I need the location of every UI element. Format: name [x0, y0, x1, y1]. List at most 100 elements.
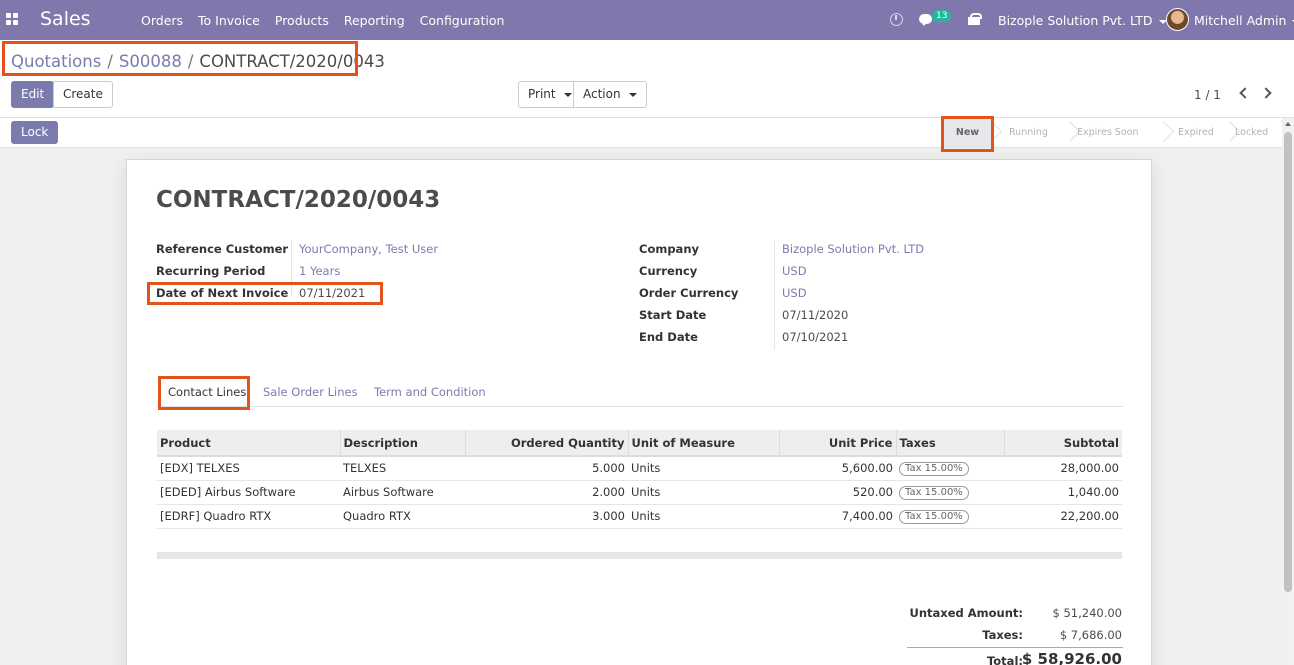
cell-uom: Units	[628, 480, 779, 505]
breadcrumb-quotations[interactable]: Quotations	[11, 52, 101, 71]
value-company[interactable]: Bizople Solution Pvt. LTD	[782, 242, 924, 256]
user-name: Mitchell Admin	[1194, 13, 1287, 28]
value-currency[interactable]: USD	[782, 264, 807, 278]
edit-button[interactable]: Edit	[11, 81, 55, 108]
action-label: Action	[583, 87, 621, 101]
value-end-date: 07/10/2021	[782, 330, 849, 344]
lock-button[interactable]: Lock	[11, 121, 59, 144]
label-company: Company	[639, 242, 699, 256]
value-date-of-next-invoice: 07/11/2021	[299, 286, 366, 300]
table-row[interactable]: [EDED] Airbus Software Airbus Software 2…	[157, 480, 1122, 505]
column-unit-of-measure[interactable]: Unit of Measure	[628, 430, 780, 457]
label-reference-customer: Reference Customer	[156, 242, 289, 256]
label-total: Total:	[986, 654, 1023, 665]
menu-item-to-invoice[interactable]: To Invoice	[198, 13, 260, 28]
caret-down-icon	[628, 92, 637, 97]
company-switcher[interactable]: Bizople Solution Pvt. LTD	[998, 13, 1167, 28]
cell-description: Airbus Software	[340, 480, 465, 505]
breadcrumb-current: CONTRACT/2020/0043	[199, 52, 385, 71]
label-end-date: End Date	[639, 330, 698, 344]
cell-price: 520.00	[779, 480, 896, 505]
message-count-badge: 13	[932, 10, 952, 22]
breadcrumb: Quotations / S00088 / CONTRACT/2020/0043	[11, 52, 385, 71]
label-recurring-period: Recurring Period	[156, 264, 266, 278]
tax-tag: Tax 15.00%	[899, 510, 969, 524]
app-name[interactable]: Sales	[40, 8, 91, 30]
breadcrumb-order[interactable]: S00088	[119, 52, 182, 71]
pager-next-icon[interactable]	[1260, 87, 1272, 99]
tab-contact-lines[interactable]: Contact Lines	[168, 385, 246, 399]
value-reference-customer[interactable]: YourCompany, Test User	[299, 242, 438, 256]
scrollbar-thumb[interactable]	[1284, 132, 1292, 592]
table-row[interactable]: [EDRF] Quadro RTX Quadro RTX 3.000 Units…	[157, 504, 1122, 529]
label-currency: Currency	[639, 264, 698, 278]
user-menu[interactable]: Mitchell Admin	[1194, 13, 1294, 28]
tab-sale-order-lines[interactable]: Sale Order Lines	[263, 385, 358, 399]
cell-taxes: Tax 15.00%	[896, 480, 1004, 505]
action-dropdown[interactable]: Action	[573, 81, 647, 108]
menu-item-reporting[interactable]: Reporting	[344, 13, 405, 28]
record-title: CONTRACT/2020/0043	[156, 187, 441, 213]
status-step-locked[interactable]: Locked	[1229, 118, 1281, 148]
cell-description: TELXES	[340, 456, 465, 481]
status-steps: New Running Expires Soon Expired Locked	[944, 118, 1281, 148]
label-taxes: Taxes:	[982, 628, 1023, 642]
status-step-expires-soon[interactable]: Expires Soon	[1069, 118, 1163, 148]
column-unit-price[interactable]: Unit Price	[779, 430, 897, 457]
right-group-divider	[774, 240, 775, 350]
column-description[interactable]: Description	[340, 430, 466, 457]
breadcrumb-separator: /	[107, 52, 113, 71]
cell-subtotal: 22,200.00	[1004, 504, 1122, 529]
column-subtotal[interactable]: Subtotal	[1004, 430, 1122, 457]
contract-lines-table: Product Description Ordered Quantity Uni…	[157, 430, 1122, 529]
cell-qty: 2.000	[465, 480, 628, 505]
pager-previous-icon[interactable]	[1239, 87, 1251, 99]
user-avatar[interactable]	[1166, 8, 1189, 31]
column-product[interactable]: Product	[157, 430, 341, 457]
pager-value[interactable]: 1 / 1	[1194, 88, 1221, 102]
status-step-new[interactable]: New	[944, 118, 991, 148]
label-order-currency: Order Currency	[639, 286, 739, 300]
apps-menu-icon[interactable]	[6, 13, 18, 25]
tax-tag: Tax 15.00%	[899, 462, 969, 477]
scroll-up-icon[interactable]	[1285, 122, 1291, 126]
cell-price: 5,600.00	[779, 456, 896, 481]
value-recurring-period[interactable]: 1 Years	[299, 264, 340, 278]
table-row[interactable]: [EDX] TELXES TELXES 5.000 Units 5,600.00…	[157, 456, 1122, 481]
label-date-of-next-invoice: Date of Next Invoice	[156, 286, 289, 300]
status-step-running[interactable]: Running	[991, 118, 1069, 148]
cell-product: [EDX] TELXES	[157, 456, 340, 481]
print-label: Print	[528, 87, 556, 101]
cell-product: [EDED] Airbus Software	[157, 480, 340, 505]
activity-clock-icon[interactable]	[890, 13, 903, 26]
menu-item-products[interactable]: Products	[275, 13, 329, 28]
cell-taxes: Tax 15.00%	[896, 456, 1004, 481]
label-start-date: Start Date	[639, 308, 707, 322]
gift-icon[interactable]	[968, 13, 982, 25]
messages-chat-icon[interactable]	[919, 14, 932, 24]
control-panel: Quotations / S00088 / CONTRACT/2020/0043 Edi…	[0, 40, 1294, 118]
cell-qty: 5.000	[465, 456, 628, 481]
statusbar: Lock New Running Expires Soon Expired Lo…	[0, 116, 1294, 152]
menu-item-configuration[interactable]: Configuration	[420, 13, 505, 28]
value-taxes: $ 7,686.00	[1059, 628, 1122, 642]
totals-divider	[907, 647, 1123, 648]
cell-uom: Units	[628, 456, 779, 481]
column-ordered-quantity[interactable]: Ordered Quantity	[465, 430, 629, 457]
top-navbar: Sales Orders To Invoice Products Reporti…	[0, 0, 1294, 40]
value-start-date: 07/11/2020	[782, 308, 849, 322]
create-button[interactable]: Create	[53, 81, 113, 108]
status-step-expired[interactable]: Expired	[1163, 118, 1229, 148]
column-taxes[interactable]: Taxes	[896, 430, 1005, 457]
menu-item-orders[interactable]: Orders	[141, 13, 183, 28]
main-menu: Orders To Invoice Products Reporting Con…	[141, 13, 519, 28]
value-order-currency[interactable]: USD	[782, 286, 807, 300]
cell-product: [EDRF] Quadro RTX	[157, 504, 340, 529]
caret-down-icon	[563, 92, 572, 97]
page-scrollbar[interactable]	[1282, 118, 1294, 665]
table-footer-bar	[157, 552, 1122, 559]
tab-term-and-condition[interactable]: Term and Condition	[374, 385, 486, 399]
cell-uom: Units	[628, 504, 779, 529]
cell-qty: 3.000	[465, 504, 628, 529]
label-untaxed-amount: Untaxed Amount:	[909, 606, 1024, 620]
